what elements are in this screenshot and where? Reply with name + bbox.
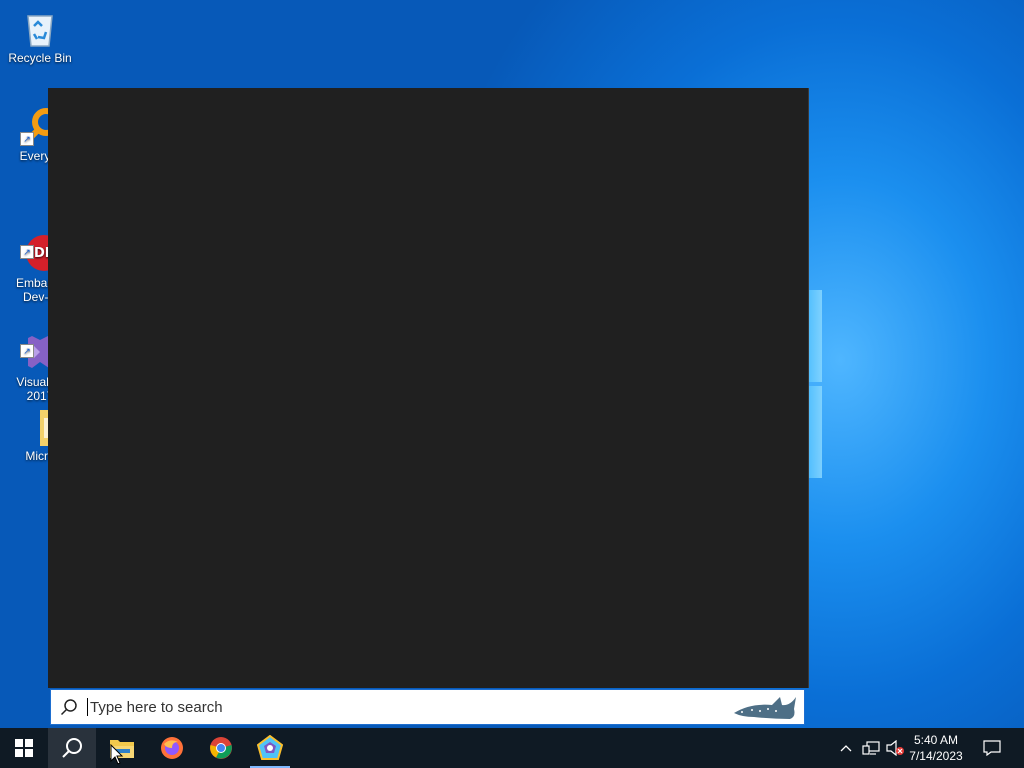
- shortcut-arrow-icon: ↗: [20, 132, 34, 146]
- network-icon: [862, 741, 880, 755]
- taskbar-pentagon-app[interactable]: [246, 728, 294, 768]
- volume-muted-icon: [886, 740, 904, 756]
- taskbar-chrome[interactable]: [197, 728, 245, 768]
- search-icon: [51, 698, 87, 716]
- firefox-icon: [161, 737, 183, 759]
- shortcut-arrow-icon: ↗: [20, 344, 34, 358]
- whale-shark-icon: [732, 693, 798, 728]
- taskbar: 5:40 AM 7/14/2023: [0, 728, 1024, 768]
- tray-overflow-button[interactable]: [836, 728, 856, 768]
- wallpaper-logo-pane-top: [808, 290, 822, 382]
- search-results-area: [48, 88, 809, 688]
- action-center-button[interactable]: [978, 728, 1006, 768]
- search-input[interactable]: [88, 698, 690, 716]
- taskbar-firefox[interactable]: [148, 728, 196, 768]
- start-button[interactable]: [0, 728, 48, 768]
- clock[interactable]: 5:40 AM 7/14/2023: [906, 732, 966, 764]
- recycle-bin-icon: [20, 8, 60, 48]
- search-box[interactable]: [50, 689, 805, 725]
- desktop-icon-recycle-bin[interactable]: Recycle Bin: [2, 8, 78, 65]
- taskbar-search-button[interactable]: [48, 728, 96, 768]
- search-panel: [48, 88, 809, 728]
- shortcut-arrow-icon: ↗: [20, 245, 34, 259]
- clock-time: 5:40 AM: [913, 733, 959, 747]
- mouse-cursor: [110, 744, 124, 765]
- chevron-up-icon: [840, 745, 852, 752]
- wallpaper-logo-pane-bottom: [808, 386, 822, 478]
- tray-volume[interactable]: [884, 728, 906, 768]
- chrome-icon: [210, 737, 232, 759]
- notification-icon: [983, 740, 1001, 756]
- search-icon: [62, 738, 82, 758]
- windows-start-icon: [15, 739, 33, 757]
- tray-network[interactable]: [860, 728, 882, 768]
- pentagon-app-icon: [257, 735, 283, 760]
- clock-date: 7/14/2023: [909, 749, 963, 763]
- desktop-icon-label: Recycle Bin: [8, 51, 72, 65]
